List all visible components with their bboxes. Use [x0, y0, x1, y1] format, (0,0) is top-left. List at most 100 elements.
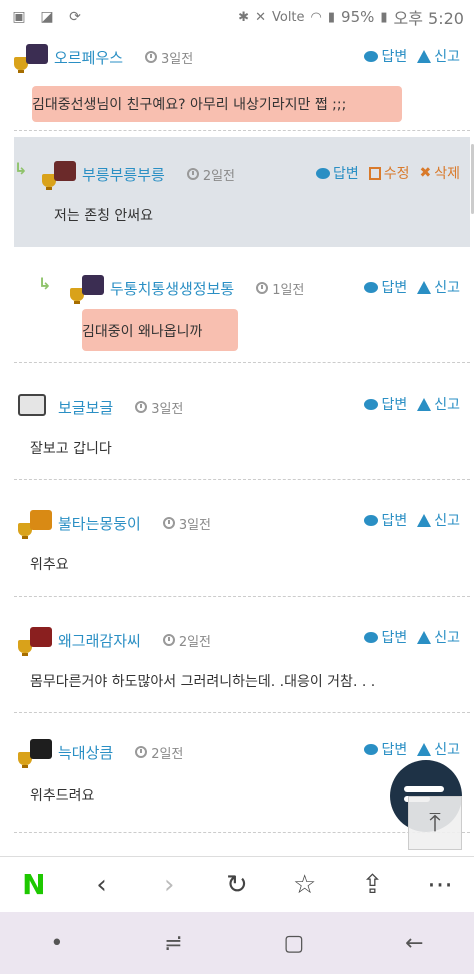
- user-level-icon: [18, 739, 52, 768]
- comment-time: 2일전: [186, 165, 235, 184]
- comment-username[interactable]: 오르페우스: [54, 47, 123, 68]
- status-bar: ▣ ◪ ⟳ ✱ ✕ Volte ◠ ▮ 95% ▮ 오후 5:20: [0, 0, 474, 34]
- recent-apps-button[interactable]: ≓: [164, 931, 182, 956]
- report-button[interactable]: 신고: [417, 46, 460, 66]
- volte-label: Volte: [271, 9, 305, 25]
- warning-icon: [417, 49, 432, 63]
- warning-icon: [417, 630, 432, 644]
- share-button[interactable]: ⇪: [352, 865, 392, 905]
- reply-button[interactable]: 답변: [364, 394, 407, 414]
- home-button[interactable]: ▢: [284, 931, 305, 956]
- chevron-left-icon: ‹: [96, 869, 107, 900]
- speech-bubble-icon: [364, 50, 379, 62]
- user-level-icon: [70, 275, 104, 304]
- speech-bubble-icon: [364, 398, 379, 410]
- back-nav-button[interactable]: ←: [405, 931, 423, 956]
- comment-text: 몸무다른거야 하도많아서 그러려니하는데. .대응이 거참. . .: [30, 674, 376, 690]
- back-button[interactable]: ‹: [82, 865, 122, 905]
- screen: ▣ ◪ ⟳ ✱ ✕ Volte ◠ ▮ 95% ▮ 오후 5:20 오르페우스 …: [0, 0, 474, 974]
- clock-icon: [145, 51, 158, 63]
- comment-username[interactable]: 부릉부릉부릉: [82, 164, 165, 185]
- report-button[interactable]: 신고: [417, 277, 460, 297]
- scrollbar[interactable]: [470, 34, 474, 856]
- share-icon: ⇪: [361, 869, 384, 900]
- comment-username[interactable]: 늑대상큼: [58, 742, 113, 763]
- comment-text: 위추요: [30, 557, 69, 573]
- user-level-icon: [18, 510, 52, 539]
- report-button[interactable]: 신고: [417, 510, 460, 530]
- warning-icon: [417, 280, 432, 294]
- reply-button[interactable]: 답변: [315, 163, 359, 183]
- chevron-right-icon: ›: [164, 869, 175, 900]
- report-button[interactable]: 신고: [417, 627, 460, 647]
- clock-icon: [256, 282, 269, 294]
- signal-icon: ▮: [327, 9, 336, 25]
- star-icon: ☆: [293, 869, 317, 900]
- bookmark-button[interactable]: ☆: [285, 865, 325, 905]
- naver-logo-icon: N: [22, 868, 46, 901]
- clock-icon: [162, 634, 175, 646]
- speech-bubble-icon: [364, 631, 379, 643]
- more-button[interactable]: ⋯: [420, 865, 460, 905]
- comment-time: 2일전: [135, 743, 183, 762]
- comment-item: 보글보글 3일전 답변 신고 잘보고 갑니다: [14, 364, 470, 480]
- comment-time: 3일전: [135, 398, 183, 417]
- browser-toolbar: N ‹ › ↻ ☆ ⇪ ⋯: [0, 856, 474, 912]
- reply-arrow-icon: ↳: [14, 159, 28, 178]
- user-level-icon: [18, 627, 52, 656]
- comment-username[interactable]: 불타는몽둥이: [58, 513, 141, 534]
- user-level-icon: [18, 394, 52, 420]
- comment-item-own: ↳ 부릉부릉부릉 2일전 답변 수정 ✖ 삭제 저는 존칭 안써요: [14, 137, 470, 247]
- clock-time: 오후 5:20: [393, 9, 464, 28]
- comment-text: 김대중선생님이 친구예요? 아무리 내상기라지만 쩝 ;;;: [32, 97, 347, 113]
- comment-list: 오르페우스 3일전 답변 신고 김대중선생님이 친구예요? 아무리 내상기라지만…: [14, 34, 470, 856]
- forward-button[interactable]: ›: [149, 865, 189, 905]
- speech-bubble-icon: [364, 281, 379, 293]
- comment-item: 불타는몽둥이 3일전 답변 신고 위추요: [14, 480, 470, 597]
- comment-item: 오르페우스 3일전 답변 신고 김대중선생님이 친구예요? 아무리 내상기라지만…: [14, 34, 470, 131]
- comment-username[interactable]: 왜그래감자씨: [58, 630, 141, 651]
- mute-icon: ✕: [255, 9, 266, 25]
- edit-button[interactable]: 수정: [368, 163, 410, 183]
- comment-time: 2일전: [162, 631, 211, 650]
- system-nav-bar: • ≓ ▢ ←: [0, 912, 474, 974]
- user-level-icon: [42, 161, 76, 190]
- report-button[interactable]: 신고: [417, 739, 460, 759]
- comment-item: ↳ 두통치통생생정보통 1일전 답변 신고 김대중이 왜나옵니까: [14, 247, 470, 363]
- battery-percent: 95%: [341, 8, 375, 26]
- battery-icon: ▮: [380, 9, 388, 25]
- refresh-button[interactable]: ↻: [217, 865, 257, 905]
- comment-text: 위추드려요: [30, 788, 95, 804]
- speech-bubble-icon: [315, 167, 330, 179]
- user-level-icon: [14, 44, 48, 73]
- reply-button[interactable]: 답변: [364, 46, 407, 66]
- reply-button[interactable]: 답변: [364, 739, 407, 759]
- warning-icon: [417, 513, 432, 527]
- x-icon: ✖: [419, 165, 432, 181]
- comment-item: 왜그래감자씨 2일전 답변 신고 몸무다른거야 하도많아서 그러려니하는데. .…: [14, 597, 470, 713]
- reply-button[interactable]: 답변: [364, 627, 407, 647]
- warning-icon: [417, 742, 432, 756]
- speech-bubble-icon: [364, 743, 379, 755]
- comment-time: 1일전: [256, 279, 304, 298]
- warning-icon: [417, 397, 432, 411]
- reply-arrow-icon: ↳: [38, 274, 52, 293]
- naver-home-button[interactable]: N: [14, 865, 54, 905]
- comment-text: 저는 존칭 안써요: [54, 208, 154, 224]
- delete-button[interactable]: ✖ 삭제: [420, 163, 461, 183]
- signal-notification-icon: ◪: [40, 9, 54, 25]
- report-button[interactable]: 신고: [417, 394, 460, 414]
- more-icon: ⋯: [427, 869, 454, 900]
- copy-icon: [368, 166, 381, 180]
- clock-icon: [135, 746, 148, 758]
- comment-username[interactable]: 두통치통생생정보통: [110, 278, 234, 299]
- speech-bubble-icon: [364, 514, 379, 526]
- wifi-icon: ◠: [310, 9, 322, 25]
- reply-button[interactable]: 답변: [364, 277, 407, 297]
- reply-button[interactable]: 답변: [364, 510, 407, 530]
- refresh-icon: ↻: [226, 869, 248, 900]
- scroll-to-top-button[interactable]: ⤒: [408, 796, 462, 850]
- bluetooth-icon: ✱: [238, 9, 250, 25]
- comment-text: 잘보고 갑니다: [30, 441, 112, 457]
- comment-username[interactable]: 보글보글: [58, 397, 113, 418]
